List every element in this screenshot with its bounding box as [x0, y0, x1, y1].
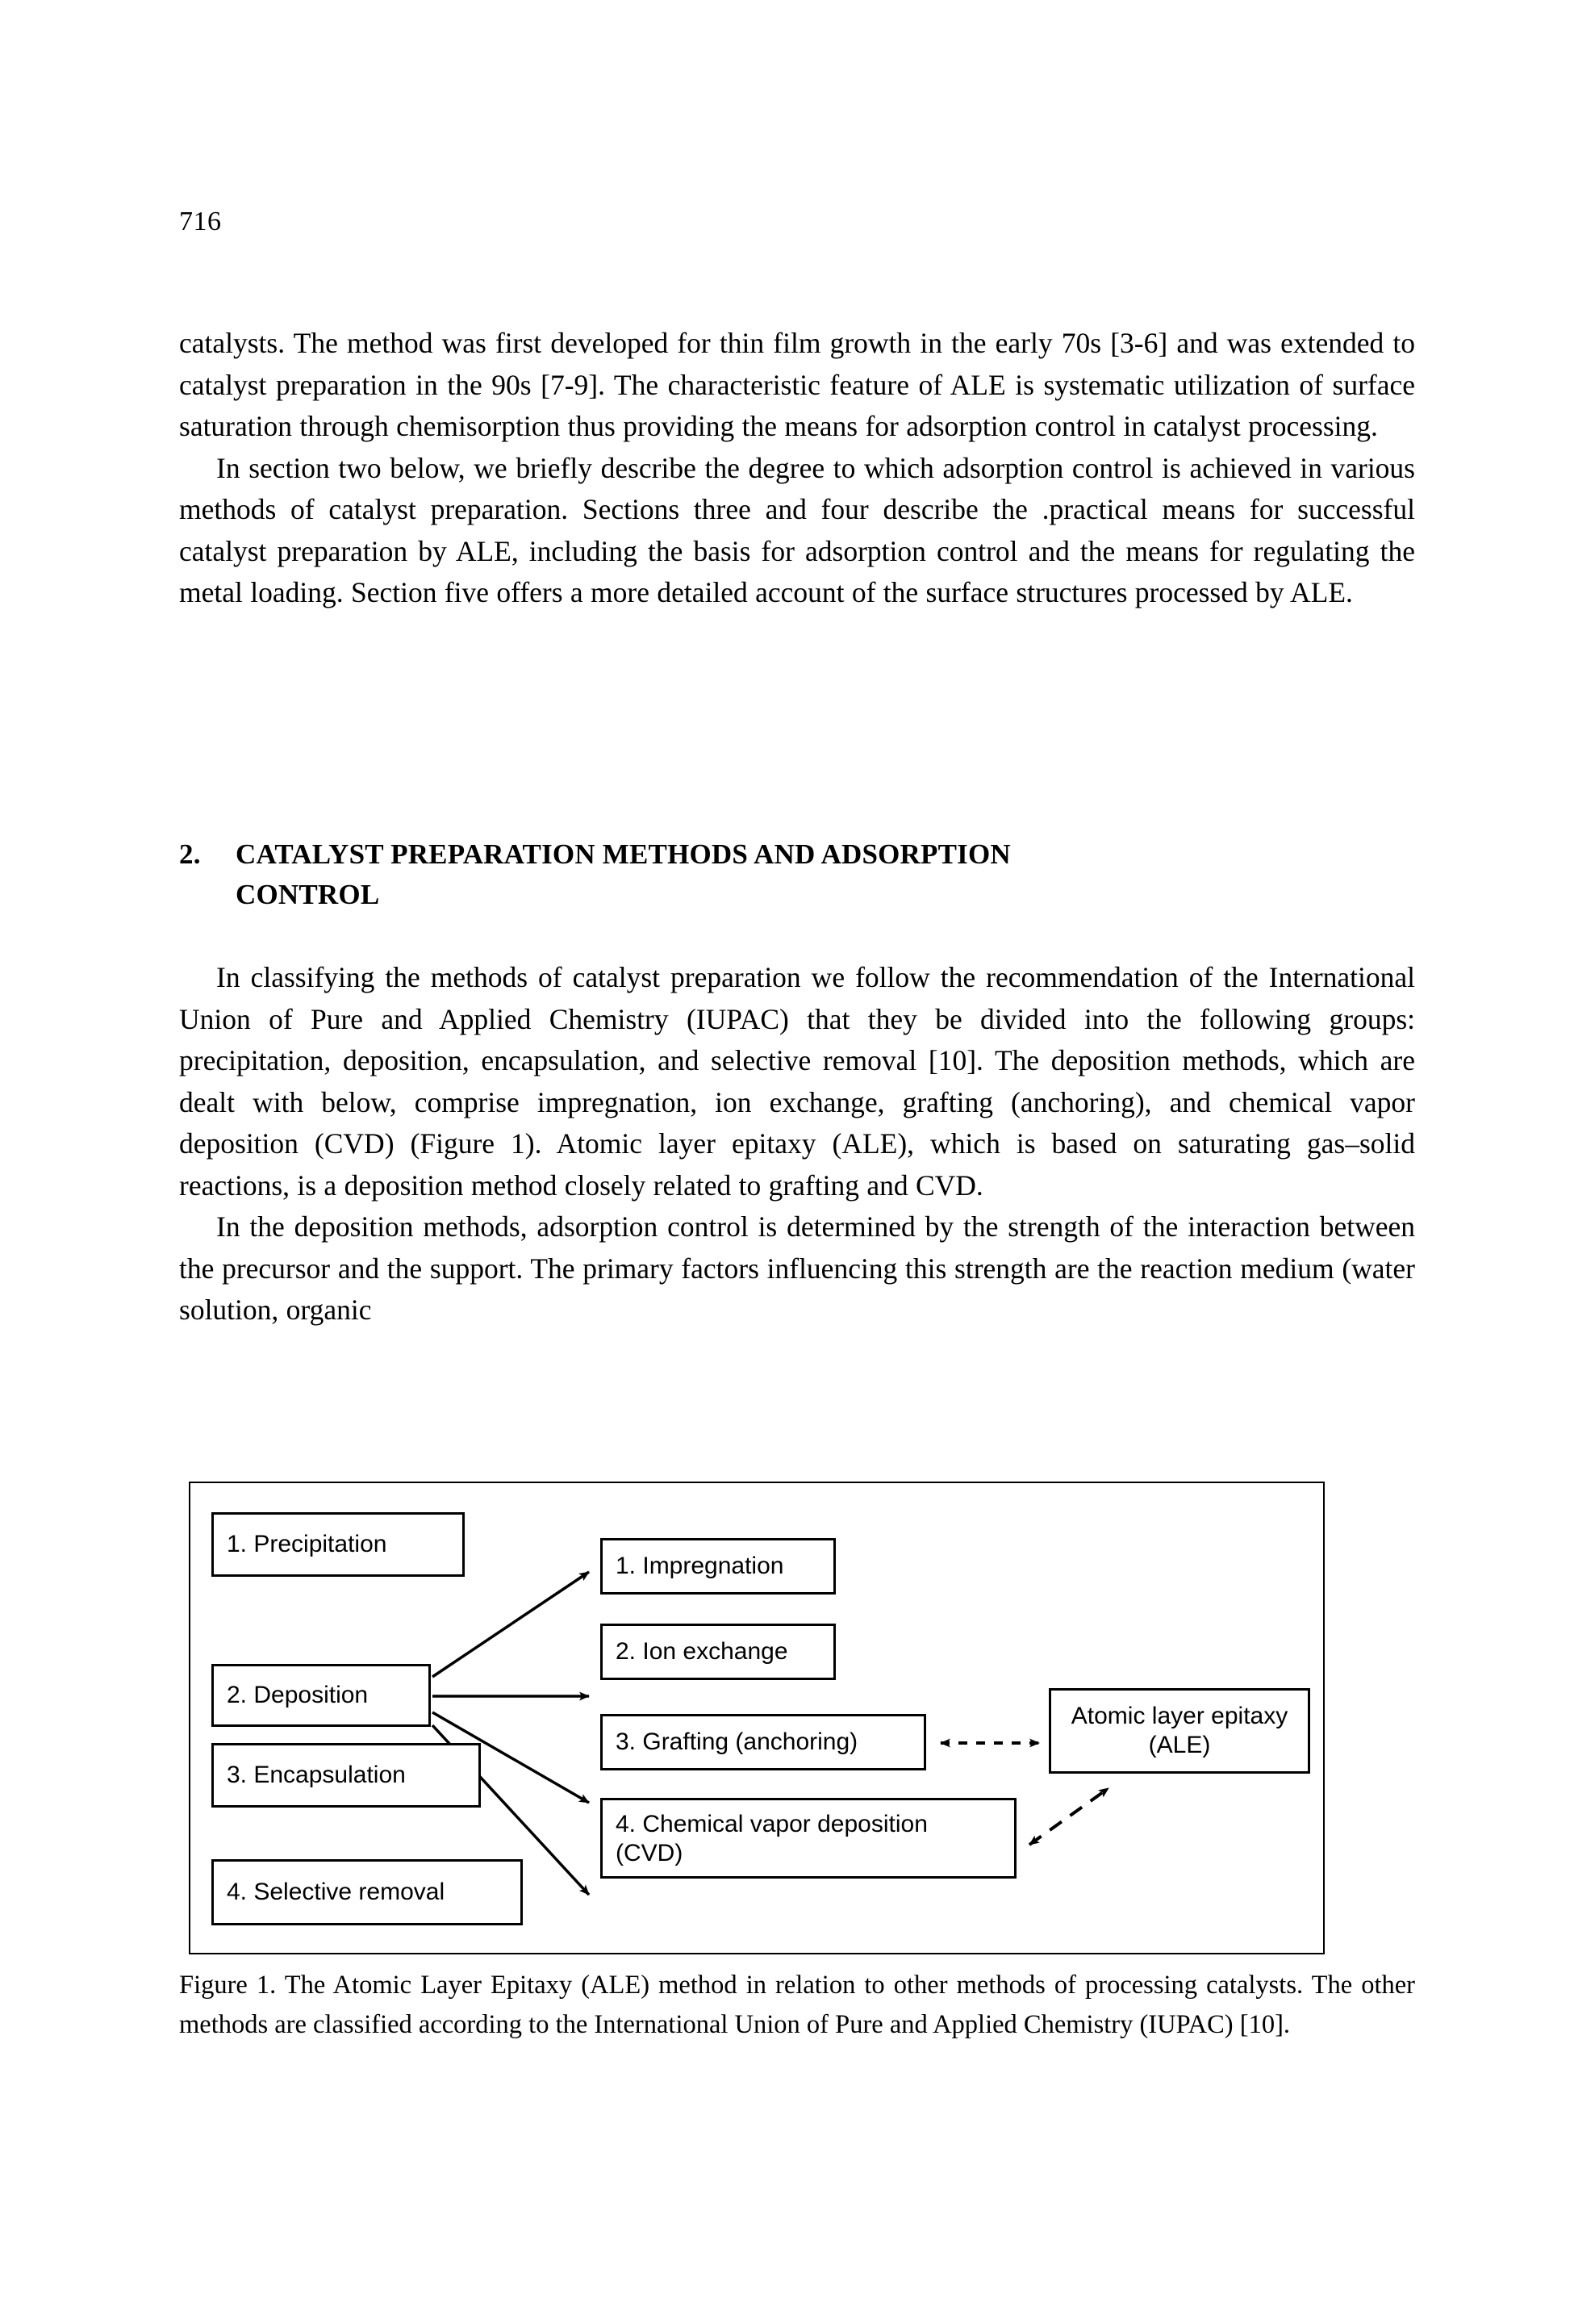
paragraph-1: catalysts. The method was first develope… [179, 327, 1415, 442]
figure-1-frame: ALE (dotted, double headed) --> ALE (das… [189, 1482, 1325, 1954]
figure-box-encapsulation: 3. Encapsulation [211, 1743, 481, 1808]
figure-box-cvd-label-line-1: 4. Chemical vapor deposition [616, 1811, 928, 1837]
figure-box-cvd: 4. Chemical vapor deposition (CVD) [600, 1798, 1017, 1879]
figure-box-cvd-label-line-2: (CVD) [616, 1840, 683, 1866]
paragraph-2: In section two below, we briefly describ… [179, 451, 1415, 609]
paragraph-3: In classifying the methods of catalyst p… [179, 961, 1415, 1202]
figure-box-selective-removal-label: 4. Selective removal [227, 1879, 445, 1905]
figure-box-ale: Atomic layer epitaxy (ALE) [1049, 1688, 1310, 1774]
page-number: 716 [179, 207, 222, 236]
figure-box-deposition: 2. Deposition [211, 1664, 431, 1727]
section-title-line-1: CATALYST PREPARATION METHODS AND ADSORPT… [236, 838, 1011, 870]
body-text-column-top: catalysts. The method was first develope… [179, 323, 1415, 614]
figure-box-ale-label-line-1: Atomic layer epitaxy [1071, 1703, 1288, 1729]
figure-box-deposition-label: 2. Deposition [227, 1682, 369, 1708]
figure-box-ale-label-line-2: (ALE) [1148, 1732, 1211, 1758]
body-text-column-bottom: In classifying the methods of catalyst p… [179, 957, 1415, 1331]
figure-box-grafting-label: 3. Grafting (anchoring) [616, 1728, 858, 1755]
figure-box-impregnation-label: 1. Impregnation [616, 1553, 784, 1579]
figure-1-caption: Figure 1. The Atomic Layer Epitaxy (ALE)… [179, 1971, 1415, 2039]
figure-box-grafting: 3. Grafting (anchoring) [600, 1714, 926, 1770]
arrow-cvd-to-ale [1028, 1787, 1110, 1846]
section-title-line-2: CONTROL [236, 879, 380, 910]
figure-box-ion-exchange-label: 2. Ion exchange [616, 1638, 788, 1665]
figure-box-selective-removal: 4. Selective removal [211, 1859, 523, 1925]
section-heading: 2. CATALYST PREPARATION METHODS AND ADSO… [179, 834, 1389, 915]
document-page: 716 catalysts. The method was first deve… [0, 0, 1574, 2324]
figure-box-ion-exchange: 2. Ion exchange [600, 1624, 836, 1680]
figure-box-precipitation: 1. Precipitation [211, 1512, 465, 1577]
section-number: 2. [179, 838, 201, 870]
figure-box-precipitation-label: 1. Precipitation [227, 1531, 387, 1557]
paragraph-4: In the deposition methods, adsorption co… [179, 1210, 1415, 1326]
figure-box-encapsulation-label: 3. Encapsulation [227, 1762, 406, 1788]
arrow-deposition-to-impregnation [432, 1570, 590, 1678]
figure-box-impregnation: 1. Impregnation [600, 1538, 836, 1595]
